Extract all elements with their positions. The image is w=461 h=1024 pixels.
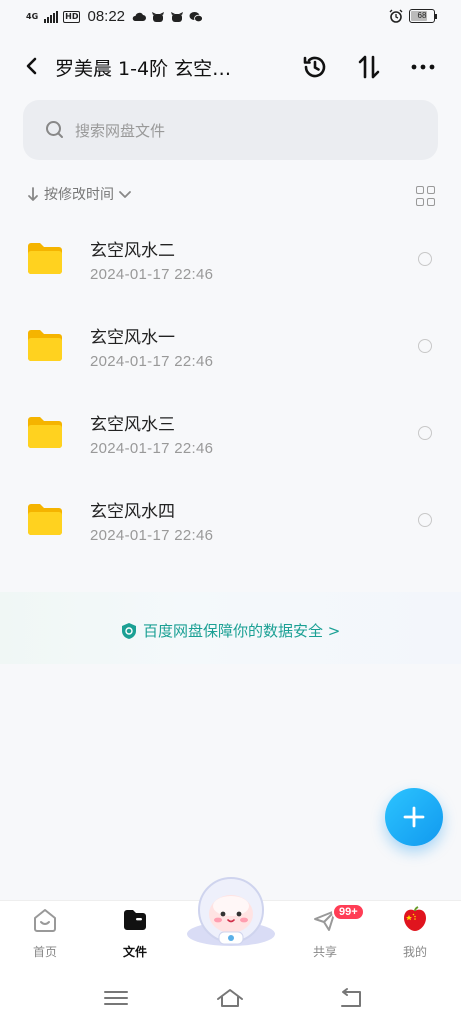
arrow-down-icon xyxy=(28,187,38,201)
tab-mine-label: 我的 xyxy=(402,945,427,959)
avatar xyxy=(404,906,426,931)
sort-label: 按修改时间 xyxy=(44,187,114,203)
battery-level: 68 xyxy=(417,11,427,20)
folder-icon xyxy=(28,417,62,448)
select-checkbox[interactable] xyxy=(418,513,432,527)
top-bar: 罗美晨 1-4阶 玄空… xyxy=(0,40,461,94)
home-icon xyxy=(34,909,56,932)
folder-icon xyxy=(28,504,62,535)
tab-files[interactable]: 文件 xyxy=(105,907,165,960)
page-title: 罗美晨 1-4阶 玄空… xyxy=(55,58,232,80)
back-nav-icon[interactable] xyxy=(336,986,366,1010)
status-time: 08:22 xyxy=(87,8,126,25)
select-checkbox[interactable] xyxy=(418,426,432,440)
sort-dropdown[interactable]: 按修改时间 xyxy=(26,184,132,204)
list-item[interactable]: 玄空风水四 2024-01-17 22:46 xyxy=(0,483,461,569)
cloud-icon xyxy=(132,12,147,21)
battery-icon: 68 xyxy=(409,9,437,23)
more-button[interactable] xyxy=(406,50,440,84)
file-name: 玄空风水四 xyxy=(90,502,175,522)
chevron-down-icon xyxy=(119,191,131,198)
file-date: 2024-01-17 22:46 xyxy=(90,266,214,283)
system-nav-bar xyxy=(0,972,461,1024)
list-item[interactable]: 玄空风水二 2024-01-17 22:46 xyxy=(0,222,461,308)
folder-tab-icon xyxy=(124,910,146,930)
add-button[interactable] xyxy=(385,788,443,846)
tab-home-label: 首页 xyxy=(32,945,57,959)
hd-icon: HD xyxy=(63,10,81,23)
list-item[interactable]: 玄空风水一 2024-01-17 22:46 xyxy=(0,309,461,395)
file-name: 玄空风水三 xyxy=(90,415,175,435)
tab-files-label: 文件 xyxy=(122,945,147,959)
security-banner[interactable]: 百度网盘保障你的数据安全 > xyxy=(0,592,461,664)
file-date: 2024-01-17 22:46 xyxy=(90,527,214,544)
history-icon xyxy=(303,56,326,78)
folder-icon xyxy=(28,243,62,274)
history-button[interactable] xyxy=(298,50,332,84)
menu-icon[interactable] xyxy=(101,986,131,1010)
select-checkbox[interactable] xyxy=(418,339,432,353)
folder-icon xyxy=(28,330,62,361)
search-bar[interactable] xyxy=(23,100,438,160)
file-date: 2024-01-17 22:46 xyxy=(90,353,214,370)
network-type: 4G xyxy=(26,11,39,21)
signal-icon xyxy=(44,10,59,23)
file-date: 2024-01-17 22:46 xyxy=(90,440,214,457)
select-checkbox[interactable] xyxy=(418,252,432,266)
search-input[interactable] xyxy=(73,119,377,143)
plus-icon xyxy=(403,806,425,828)
grid-view-icon[interactable] xyxy=(416,186,436,206)
file-name: 玄空风水二 xyxy=(90,241,175,261)
status-bar: 4G HD 08:22 68 xyxy=(0,0,461,36)
security-text: 百度网盘保障你的数据安全 > xyxy=(143,622,341,640)
back-arrow-icon[interactable] xyxy=(18,52,46,80)
app-notify-icon xyxy=(171,11,184,22)
share-badge: 99+ xyxy=(332,903,365,921)
tab-share-label: 共享 xyxy=(312,945,337,959)
tab-home[interactable]: 首页 xyxy=(15,907,75,960)
file-name: 玄空风水一 xyxy=(90,328,175,348)
sort-toggle-button[interactable] xyxy=(352,50,386,84)
search-icon xyxy=(46,121,63,138)
list-item[interactable]: 玄空风水三 2024-01-17 22:46 xyxy=(0,396,461,482)
wechat-icon xyxy=(189,11,203,22)
mascot-icon[interactable] xyxy=(183,876,279,948)
home-nav-icon[interactable] xyxy=(215,986,245,1010)
alarm-icon xyxy=(389,9,403,23)
transfer-icon xyxy=(358,55,380,79)
more-icon xyxy=(411,64,435,70)
tab-mine[interactable]: 我的 xyxy=(385,906,445,960)
app-notify-icon xyxy=(152,11,165,22)
shield-icon xyxy=(122,622,136,639)
